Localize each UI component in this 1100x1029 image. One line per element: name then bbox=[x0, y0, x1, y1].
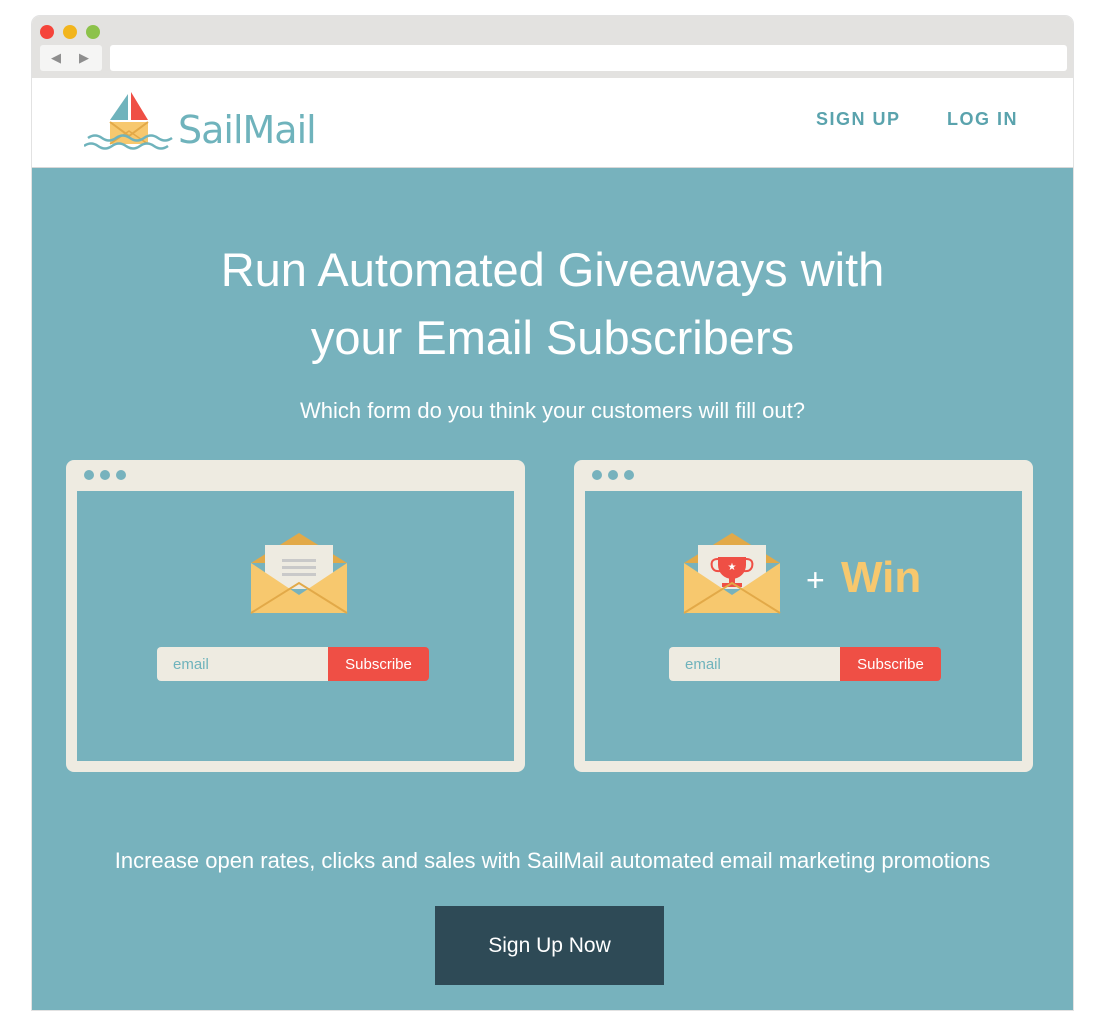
browser-chrome: ◀ ▶ bbox=[32, 16, 1073, 78]
mockup-dot bbox=[84, 470, 94, 480]
headline-line-1: Run Automated Giveaways with bbox=[220, 243, 885, 296]
hero-section: Run Automated Giveaways with your Email … bbox=[32, 168, 1073, 1010]
plus-sign: + bbox=[806, 562, 825, 598]
nav-signup-link[interactable]: SIGN UP bbox=[816, 109, 901, 130]
sailboat-logo-icon bbox=[84, 92, 173, 150]
hero-tagline: Increase open rates, clicks and sales wi… bbox=[114, 848, 991, 873]
left-subscribe-button[interactable]: Subscribe bbox=[328, 647, 429, 681]
mockup-dot bbox=[624, 470, 634, 480]
close-window-dot[interactable] bbox=[40, 25, 54, 39]
right-email-input[interactable] bbox=[669, 647, 840, 681]
address-bar[interactable] bbox=[110, 45, 1067, 71]
hero-question: Which form do you think your customers w… bbox=[300, 398, 805, 423]
minimize-window-dot[interactable] bbox=[63, 25, 77, 39]
hero-headline: Run Automated Giveaways with your Email … bbox=[32, 236, 1073, 372]
right-subscribe-button[interactable]: Subscribe bbox=[840, 647, 941, 681]
brand-logo[interactable]: SailMail bbox=[84, 86, 317, 156]
sign-up-now-button[interactable]: Sign Up Now bbox=[435, 906, 664, 985]
headline-line-2: your Email Subscribers bbox=[310, 311, 795, 364]
nav-login-link[interactable]: LOG IN bbox=[947, 109, 1018, 130]
win-label: Win bbox=[841, 553, 922, 602]
svg-text:★: ★ bbox=[728, 562, 737, 573]
left-email-form: Subscribe bbox=[157, 647, 429, 681]
mockup-dot bbox=[100, 470, 110, 480]
envelope-letter-icon bbox=[250, 533, 348, 614]
right-email-form: Subscribe bbox=[669, 647, 941, 681]
mockup-screen: Subscribe bbox=[77, 491, 514, 761]
plain-form-mockup: Subscribe bbox=[66, 460, 525, 772]
envelope-trophy-icon: ★ bbox=[683, 533, 781, 614]
mockup-dot bbox=[592, 470, 602, 480]
forward-arrow-icon[interactable]: ▶ bbox=[79, 49, 89, 67]
maximize-window-dot[interactable] bbox=[86, 25, 100, 39]
history-nav: ◀ ▶ bbox=[40, 45, 102, 71]
site-header: SailMail SIGN UP LOG IN bbox=[32, 78, 1073, 168]
mockup-dot bbox=[608, 470, 618, 480]
back-arrow-icon[interactable]: ◀ bbox=[51, 49, 61, 67]
mockup-screen: ★ + Win Subscribe bbox=[585, 491, 1022, 761]
browser-window: ◀ ▶ SailMail SIGN UP LOG IN Run Automate… bbox=[32, 16, 1073, 1010]
giveaway-form-mockup: ★ + Win Subscribe bbox=[574, 460, 1033, 772]
left-email-input[interactable] bbox=[157, 647, 328, 681]
mockup-dot bbox=[116, 470, 126, 480]
brand-name: SailMail bbox=[178, 108, 317, 152]
